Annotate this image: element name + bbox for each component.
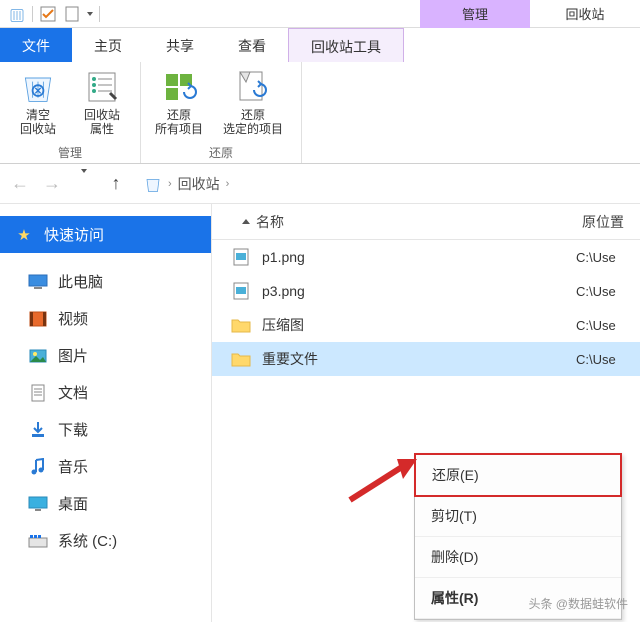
music-icon <box>28 457 48 477</box>
file-name: 压缩图 <box>262 315 576 335</box>
navpane-quick-access[interactable]: ★ 快速访问 <box>0 216 211 253</box>
watermark: 头条 @数据蛙软件 <box>528 595 628 612</box>
window-title: 回收站 <box>530 0 640 28</box>
navpane-videos[interactable]: 视频 <box>0 300 211 337</box>
tab-file[interactable]: 文件 <box>0 28 72 62</box>
video-icon <box>28 309 48 329</box>
drive-icon <box>28 531 48 551</box>
title-bar: 管理 回收站 <box>0 0 640 28</box>
file-name: p3.png <box>262 283 576 299</box>
chevron-right-icon[interactable]: › <box>226 178 230 190</box>
file-name: 重要文件 <box>262 349 576 369</box>
nav-forward-button[interactable]: → <box>42 173 62 194</box>
breadcrumb[interactable]: › 回收站 › <box>138 170 630 198</box>
navpane-downloads[interactable]: 下载 <box>0 411 211 448</box>
navigation-pane: ★ 快速访问 此电脑 视频 图片 文档 下载 音乐 桌面 <box>0 204 212 622</box>
ribbon-group-restore: 还原所有项目 还原选定的项目 还原 <box>141 62 302 163</box>
navpane-pictures[interactable]: 图片 <box>0 337 211 374</box>
original-location: C:\Use <box>576 250 640 265</box>
properties-icon <box>83 68 121 106</box>
recycle-bin-qat-icon[interactable] <box>8 5 26 23</box>
ribbon-group-label: 管理 <box>58 144 82 161</box>
column-header-row: 名称 原位置 <box>212 204 640 240</box>
star-icon: ★ <box>14 225 34 245</box>
tab-home[interactable]: 主页 <box>72 28 144 62</box>
original-location: C:\Use <box>576 284 640 299</box>
contextual-tab-manage: 管理 <box>420 0 530 28</box>
breadcrumb-location[interactable]: 回收站 <box>178 174 220 194</box>
folder-icon <box>230 348 252 370</box>
download-icon <box>28 420 48 440</box>
ribbon-body: 清空回收站 回收站属性 管理 还原所有项目 还原选定的 <box>0 62 640 164</box>
restore-all-button[interactable]: 还原所有项目 <box>149 66 209 144</box>
nav-recent-dropdown[interactable] <box>74 173 94 194</box>
ribbon-group-manage: 清空回收站 回收站属性 管理 <box>0 62 141 163</box>
navpane-desktop[interactable]: 桌面 <box>0 485 211 522</box>
contextual-tab-group: 管理 回收站 <box>420 0 640 28</box>
pictures-icon <box>28 346 48 366</box>
recycle-bin-properties-button[interactable]: 回收站属性 <box>72 66 132 144</box>
column-header-original-location[interactable]: 原位置 <box>576 212 640 232</box>
ribbon-tab-row: 文件 主页 共享 查看 回收站工具 <box>0 28 640 62</box>
nav-back-button[interactable]: ← <box>10 173 30 194</box>
nav-up-button[interactable]: ↑ <box>106 173 126 194</box>
navpane-system-drive[interactable]: 系统 (C:) <box>0 522 211 559</box>
qat-dropdown-icon[interactable] <box>87 12 93 16</box>
recycle-bin-icon <box>19 68 57 106</box>
original-location: C:\Use <box>576 318 640 333</box>
chevron-right-icon[interactable]: › <box>168 178 172 190</box>
empty-recycle-bin-button[interactable]: 清空回收站 <box>8 66 68 144</box>
recycle-bin-breadcrumb-icon <box>144 175 162 193</box>
qat-separator <box>99 6 100 22</box>
document-icon <box>28 383 48 403</box>
list-row[interactable]: 压缩图C:\Use <box>212 308 640 342</box>
checkbox-qat-icon[interactable] <box>39 5 57 23</box>
image-file-icon <box>230 280 252 302</box>
list-row[interactable]: 重要文件C:\Use <box>212 342 640 376</box>
pc-icon <box>28 272 48 292</box>
desktop-icon <box>28 494 48 514</box>
ribbon-group-label: 还原 <box>209 144 233 161</box>
restore-all-icon <box>160 68 198 106</box>
quick-access-toolbar <box>0 5 108 23</box>
navpane-this-pc[interactable]: 此电脑 <box>0 263 211 300</box>
list-row[interactable]: p3.pngC:\Use <box>212 274 640 308</box>
restore-selected-button[interactable]: 还原选定的项目 <box>213 66 293 144</box>
column-header-name[interactable]: 名称 <box>212 212 576 232</box>
qat-separator <box>32 6 33 22</box>
file-name: p1.png <box>262 249 576 265</box>
folder-icon <box>230 314 252 336</box>
address-bar-row: ← → ↑ › 回收站 › <box>0 164 640 204</box>
navpane-music[interactable]: 音乐 <box>0 448 211 485</box>
original-location: C:\Use <box>576 352 640 367</box>
tab-share[interactable]: 共享 <box>144 28 216 62</box>
document-qat-icon[interactable] <box>63 5 81 23</box>
tab-view[interactable]: 查看 <box>216 28 288 62</box>
context-menu-item[interactable]: 删除(D) <box>415 537 621 578</box>
image-file-icon <box>230 246 252 268</box>
navpane-documents[interactable]: 文档 <box>0 374 211 411</box>
list-row[interactable]: p1.pngC:\Use <box>212 240 640 274</box>
sort-ascending-icon <box>242 219 250 224</box>
restore-selected-icon <box>234 68 272 106</box>
tab-recycle-tools[interactable]: 回收站工具 <box>288 28 404 62</box>
context-menu-item[interactable]: 剪切(T) <box>415 496 621 537</box>
context-menu-item[interactable]: 还原(E) <box>414 453 622 497</box>
